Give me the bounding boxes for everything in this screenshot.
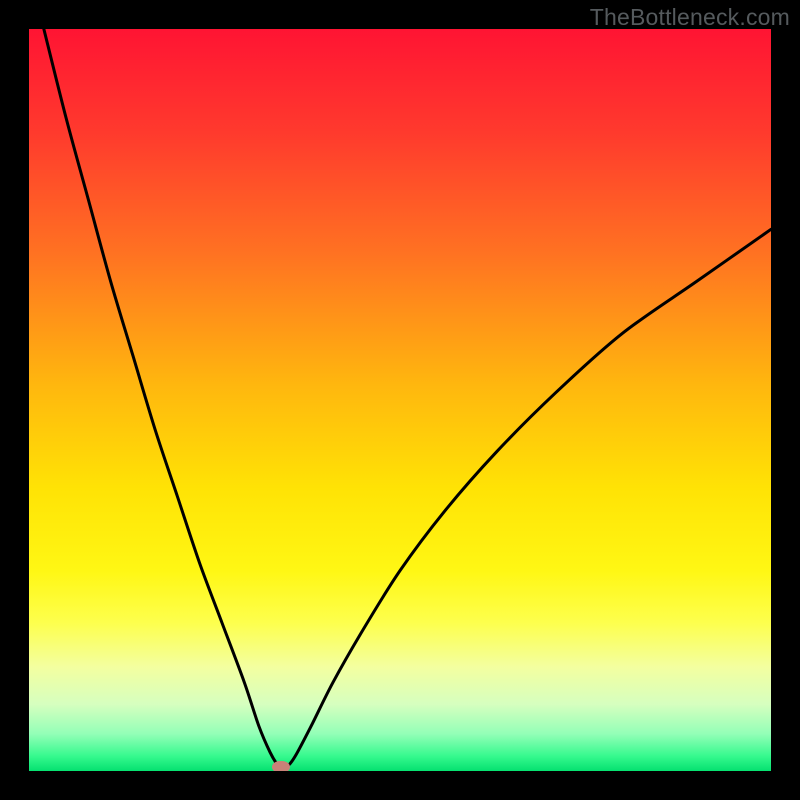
chart-plot-area (29, 29, 771, 771)
chart-frame: TheBottleneck.com (0, 0, 800, 800)
chart-curve (29, 29, 771, 771)
chart-marker-dot (272, 761, 290, 771)
watermark-text: TheBottleneck.com (590, 4, 790, 31)
